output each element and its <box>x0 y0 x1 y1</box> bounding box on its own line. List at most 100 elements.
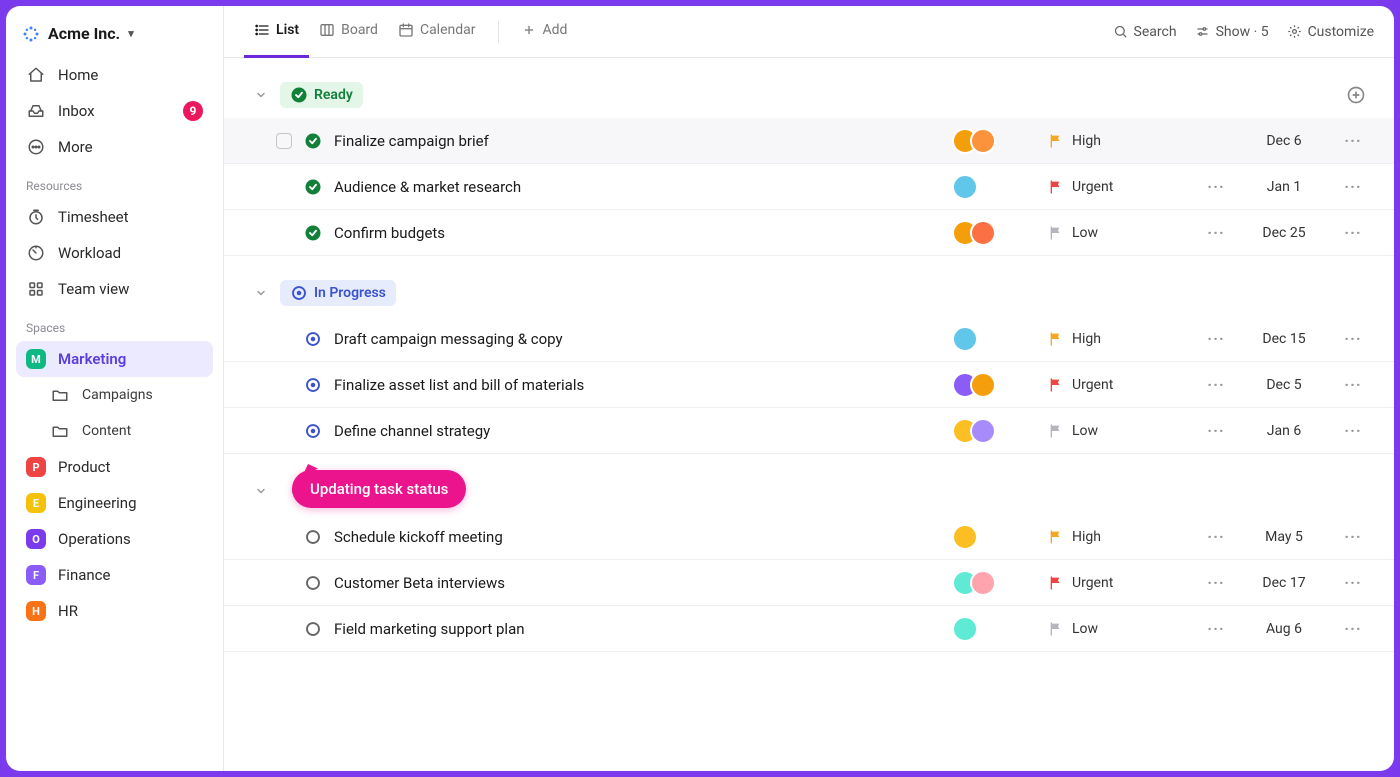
avatar[interactable] <box>952 326 978 352</box>
row-actions-icon[interactable]: ··· <box>1336 223 1370 242</box>
customize-button[interactable]: Customize <box>1287 24 1374 40</box>
cell-more-icon[interactable]: ··· <box>1200 421 1232 440</box>
space-marketing[interactable]: M Marketing <box>16 341 213 377</box>
due-date[interactable]: Jan 6 <box>1244 423 1324 439</box>
avatar[interactable] <box>970 372 996 398</box>
show-button[interactable]: Show · 5 <box>1195 24 1269 40</box>
due-date[interactable]: Dec 6 <box>1244 133 1324 149</box>
task-status-icon[interactable] <box>304 330 322 348</box>
avatar[interactable] <box>952 616 978 642</box>
space-engineering[interactable]: E Engineering <box>16 485 213 521</box>
assignees[interactable] <box>952 174 1036 200</box>
cell-more-icon[interactable]: ··· <box>1200 223 1232 242</box>
task-status-icon[interactable] <box>304 178 322 196</box>
status-pill[interactable]: In Progress <box>280 280 396 306</box>
view-tab-board[interactable]: Board <box>309 6 388 58</box>
row-actions-icon[interactable]: ··· <box>1336 573 1370 592</box>
task-status-icon[interactable] <box>304 620 322 638</box>
collapse-icon[interactable] <box>252 284 270 302</box>
priority-cell[interactable]: Low <box>1048 423 1188 439</box>
due-date[interactable]: Aug 6 <box>1244 621 1324 637</box>
task-row[interactable]: Customer Beta interviews Urgent ··· Dec … <box>224 560 1394 606</box>
assignees[interactable] <box>952 372 1036 398</box>
task-status-icon[interactable] <box>304 132 322 150</box>
folder-campaigns[interactable]: Campaigns <box>16 377 213 413</box>
collapse-icon[interactable] <box>252 86 270 104</box>
row-actions-icon[interactable]: ··· <box>1336 131 1370 150</box>
cell-more-icon[interactable]: ··· <box>1200 375 1232 394</box>
folder-content[interactable]: Content <box>16 413 213 449</box>
priority-cell[interactable]: Urgent <box>1048 377 1188 393</box>
avatar[interactable] <box>970 570 996 596</box>
cell-more-icon[interactable]: ··· <box>1200 573 1232 592</box>
task-row[interactable]: Field marketing support plan Low ··· Aug… <box>224 606 1394 652</box>
priority-cell[interactable]: High <box>1048 529 1188 545</box>
task-row[interactable]: Finalize asset list and bill of material… <box>224 362 1394 408</box>
avatar[interactable] <box>952 524 978 550</box>
assignees[interactable] <box>952 128 1036 154</box>
task-checkbox[interactable] <box>276 133 292 149</box>
cell-more-icon[interactable]: ··· <box>1200 619 1232 638</box>
nav-more[interactable]: More <box>16 129 213 165</box>
task-status-icon[interactable] <box>304 574 322 592</box>
space-operations[interactable]: O Operations <box>16 521 213 557</box>
space-finance[interactable]: F Finance <box>16 557 213 593</box>
task-status-icon[interactable] <box>304 224 322 242</box>
row-actions-icon[interactable]: ··· <box>1336 329 1370 348</box>
task-status-icon[interactable] <box>304 422 322 440</box>
task-row[interactable]: Audience & market research Urgent ··· Ja… <box>224 164 1394 210</box>
status-pill[interactable]: Ready <box>280 82 363 108</box>
nav-inbox[interactable]: Inbox 9 <box>16 93 213 129</box>
row-actions-icon[interactable]: ··· <box>1336 619 1370 638</box>
due-date[interactable]: Jan 1 <box>1244 179 1324 195</box>
row-actions-icon[interactable]: ··· <box>1336 527 1370 546</box>
collapse-icon[interactable] <box>252 482 270 500</box>
task-row[interactable]: Define channel strategy Low ··· Jan 6 ··… <box>224 408 1394 454</box>
assignees[interactable] <box>952 570 1036 596</box>
due-date[interactable]: Dec 25 <box>1244 225 1324 241</box>
avatar[interactable] <box>970 128 996 154</box>
workspace-switcher[interactable]: Acme Inc. ▾ <box>16 20 213 57</box>
due-date[interactable]: Dec 5 <box>1244 377 1324 393</box>
task-status-icon[interactable] <box>304 376 322 394</box>
priority-cell[interactable]: Low <box>1048 621 1188 637</box>
assignees[interactable] <box>952 418 1036 444</box>
task-row[interactable]: Schedule kickoff meeting High ··· May 5 … <box>224 514 1394 560</box>
nav-workload[interactable]: Workload <box>16 235 213 271</box>
nav-team-view[interactable]: Team view <box>16 271 213 307</box>
avatar[interactable] <box>970 418 996 444</box>
assignees[interactable] <box>952 220 1036 246</box>
task-row[interactable]: Confirm budgets Low ··· Dec 25 ··· <box>224 210 1394 256</box>
add-view-button[interactable]: Add <box>511 6 578 58</box>
row-actions-icon[interactable]: ··· <box>1336 375 1370 394</box>
cell-more-icon[interactable]: ··· <box>1200 527 1232 546</box>
task-status-icon[interactable] <box>304 528 322 546</box>
avatar[interactable] <box>970 220 996 246</box>
assignees[interactable] <box>952 326 1036 352</box>
priority-cell[interactable]: Low <box>1048 225 1188 241</box>
cell-more-icon[interactable]: ··· <box>1200 177 1232 196</box>
priority-cell[interactable]: Urgent <box>1048 575 1188 591</box>
search-button[interactable]: Search <box>1113 24 1177 40</box>
due-date[interactable]: Dec 17 <box>1244 575 1324 591</box>
priority-cell[interactable]: High <box>1048 133 1188 149</box>
view-tab-calendar[interactable]: Calendar <box>388 6 486 58</box>
assignees[interactable] <box>952 524 1036 550</box>
row-actions-icon[interactable]: ··· <box>1336 421 1370 440</box>
space-product[interactable]: P Product <box>16 449 213 485</box>
nav-home[interactable]: Home <box>16 57 213 93</box>
due-date[interactable]: May 5 <box>1244 529 1324 545</box>
cell-more-icon[interactable]: ··· <box>1200 329 1232 348</box>
avatar[interactable] <box>952 174 978 200</box>
task-row[interactable]: Draft campaign messaging & copy High ···… <box>224 316 1394 362</box>
row-actions-icon[interactable]: ··· <box>1336 177 1370 196</box>
priority-cell[interactable]: High <box>1048 331 1188 347</box>
due-date[interactable]: Dec 15 <box>1244 331 1324 347</box>
add-task-button[interactable] <box>1346 85 1366 105</box>
task-row[interactable]: Finalize campaign brief High Dec 6 ··· <box>224 118 1394 164</box>
nav-timesheet[interactable]: Timesheet <box>16 199 213 235</box>
assignees[interactable] <box>952 616 1036 642</box>
space-hr[interactable]: H HR <box>16 593 213 629</box>
priority-cell[interactable]: Urgent <box>1048 179 1188 195</box>
view-tab-list[interactable]: List <box>244 6 309 58</box>
